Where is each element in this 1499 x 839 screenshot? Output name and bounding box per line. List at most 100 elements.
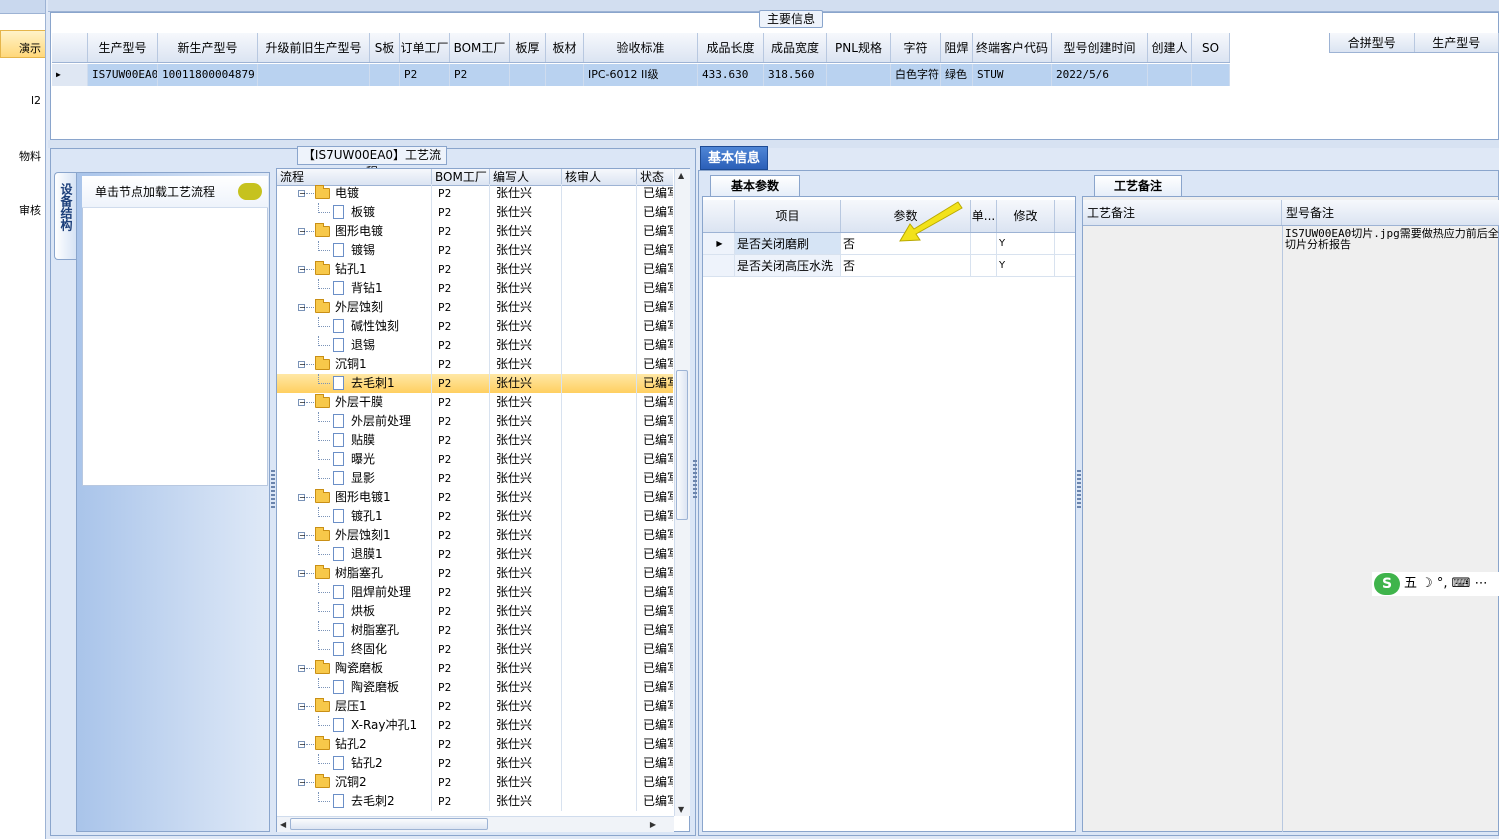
collapse-icon[interactable]: − bbox=[298, 570, 306, 578]
collapse-icon[interactable]: − bbox=[298, 304, 306, 312]
main-cell[interactable]: 318.560 bbox=[764, 64, 827, 86]
main-cell[interactable] bbox=[510, 64, 546, 86]
tree-row[interactable]: 烘板 P2张仕兴 已编写 bbox=[277, 602, 673, 621]
collapse-icon[interactable]: − bbox=[298, 494, 306, 502]
tree-row[interactable]: 镀孔1 P2张仕兴 已编写 bbox=[277, 507, 673, 526]
tree-row[interactable]: 背钻1 P2张仕兴 已编写 bbox=[277, 279, 673, 298]
tree-row[interactable]: 树脂塞孔 P2张仕兴 已编写 bbox=[277, 621, 673, 640]
col-bom-factory[interactable]: BOM工厂 bbox=[432, 169, 490, 185]
main-col-header[interactable]: PNL规格 bbox=[827, 33, 891, 62]
tree-row[interactable]: 陶瓷磨板 P2张仕兴 已编写 bbox=[277, 678, 673, 697]
scroll-right-icon[interactable]: ▶ bbox=[650, 820, 656, 829]
collapse-icon[interactable]: − bbox=[298, 741, 306, 749]
collapse-icon[interactable]: − bbox=[298, 779, 306, 787]
merge-col-header[interactable]: 合拼型号 bbox=[1330, 33, 1415, 52]
tree-row[interactable]: 曝光 P2张仕兴 已编写 bbox=[277, 450, 673, 469]
main-col-header[interactable]: 阻焊 bbox=[941, 33, 973, 62]
tree-row[interactable]: 镀锡 P2张仕兴 已编写 bbox=[277, 241, 673, 260]
equipment-structure-tab[interactable]: 设备结构 bbox=[54, 172, 76, 260]
tree-row[interactable]: 阻焊前处理 P2张仕兴 已编写 bbox=[277, 583, 673, 602]
collapse-icon[interactable]: − bbox=[298, 361, 306, 369]
main-cell[interactable] bbox=[1148, 64, 1192, 86]
tree-row[interactable]: − 外层蚀刻1 P2张仕兴 已编写 bbox=[277, 526, 673, 545]
tree-row[interactable]: 板镀 P2张仕兴 已编写 bbox=[277, 203, 673, 222]
ime-status[interactable]: 五 ☽ °, ⌨ ⋯ bbox=[1404, 574, 1488, 594]
vertical-scroll-thumb[interactable] bbox=[676, 370, 688, 520]
main-col-header[interactable]: 板材 bbox=[546, 33, 584, 62]
main-cell[interactable] bbox=[827, 64, 891, 86]
tree-row[interactable]: 终固化 P2张仕兴 已编写 bbox=[277, 640, 673, 659]
main-cell[interactable]: IPC-6012 II级 bbox=[584, 64, 698, 86]
collapse-icon[interactable]: − bbox=[298, 665, 306, 673]
tree-row[interactable]: 退锡 P2张仕兴 已编写 bbox=[277, 336, 673, 355]
ime-logo-icon[interactable]: S bbox=[1374, 573, 1400, 595]
tree-row[interactable]: − 电镀 P2张仕兴 已编写 bbox=[277, 184, 673, 203]
basic-params-tab[interactable]: 基本参数 bbox=[710, 175, 800, 196]
main-grid-row[interactable]: ▶ IS7UW00EA0 10011800004879 P2 P2 IPC-6012 II… bbox=[52, 64, 1230, 86]
main-cell[interactable]: 2022/5/6 bbox=[1052, 64, 1148, 86]
main-col-header[interactable]: 型号创建时间 bbox=[1052, 33, 1148, 62]
main-col-header[interactable]: 终端客户代码 bbox=[973, 33, 1052, 62]
param-row[interactable]: 是否关闭高压水洗 否 Y bbox=[703, 255, 1075, 277]
scroll-up-icon[interactable]: ▲ bbox=[678, 171, 684, 180]
col-status[interactable]: 状态 bbox=[637, 169, 673, 185]
tree-row[interactable]: − 钻孔2 P2张仕兴 已编写 bbox=[277, 735, 673, 754]
main-cell[interactable]: STUW bbox=[973, 64, 1052, 86]
main-col-header[interactable]: 订单工厂 bbox=[400, 33, 450, 62]
collapse-icon[interactable]: − bbox=[298, 190, 306, 198]
main-col-header[interactable]: 创建人 bbox=[1148, 33, 1192, 62]
main-cell[interactable]: 白色字符 bbox=[891, 64, 941, 86]
tree-row[interactable]: − 沉铜1 P2张仕兴 已编写 bbox=[277, 355, 673, 374]
tree-row[interactable]: − 外层干膜 P2张仕兴 已编写 bbox=[277, 393, 673, 412]
param-row[interactable]: ▶ 是否关闭磨刷 否 Y bbox=[703, 233, 1075, 255]
left-nav-item[interactable]: 物料 bbox=[19, 148, 41, 164]
main-col-header[interactable]: 成品长度 bbox=[698, 33, 764, 62]
merge-col-header[interactable]: 生产型号 bbox=[1415, 33, 1499, 52]
col-author[interactable]: 编写人 bbox=[490, 169, 562, 185]
main-cell[interactable] bbox=[546, 64, 584, 86]
main-cell[interactable]: 433.630 bbox=[698, 64, 764, 86]
main-cell[interactable] bbox=[258, 64, 370, 86]
col-unit[interactable]: 单... bbox=[971, 200, 997, 232]
tree-row[interactable]: 退膜1 P2张仕兴 已编写 bbox=[277, 545, 673, 564]
tree-row[interactable]: − 图形电镀 P2张仕兴 已编写 bbox=[277, 222, 673, 241]
tree-row[interactable]: 外层前处理 P2张仕兴 已编写 bbox=[277, 412, 673, 431]
tree-row[interactable]: 显影 P2张仕兴 已编写 bbox=[277, 469, 673, 488]
main-cell[interactable] bbox=[1192, 64, 1230, 86]
main-col-header[interactable]: 字符 bbox=[891, 33, 941, 62]
tree-row[interactable]: 贴膜 P2张仕兴 已编写 bbox=[277, 431, 673, 450]
collapse-icon[interactable]: − bbox=[298, 703, 306, 711]
basic-info-tab[interactable]: 基本信息 bbox=[700, 146, 768, 170]
main-cell[interactable]: IS7UW00EA0 bbox=[88, 64, 158, 86]
col-modify[interactable]: 修改 bbox=[997, 200, 1055, 232]
main-col-header[interactable]: S板 bbox=[370, 33, 400, 62]
main-cell[interactable]: 绿色 bbox=[941, 64, 973, 86]
param-value[interactable]: 否 bbox=[841, 255, 971, 276]
tree-row[interactable]: X-Ray冲孔1 P2张仕兴 已编写 bbox=[277, 716, 673, 735]
main-cell[interactable] bbox=[370, 64, 400, 86]
collapse-icon[interactable]: − bbox=[298, 228, 306, 236]
tree-row[interactable]: − 外层蚀刻 P2张仕兴 已编写 bbox=[277, 298, 673, 317]
collapse-icon[interactable]: − bbox=[298, 399, 306, 407]
tree-row[interactable]: − 图形电镀1 P2张仕兴 已编写 bbox=[277, 488, 673, 507]
tree-row[interactable]: − 陶瓷磨板 P2张仕兴 已编写 bbox=[277, 659, 673, 678]
scroll-down-icon[interactable]: ▼ bbox=[678, 805, 684, 814]
col-flow[interactable]: 流程 bbox=[277, 169, 432, 185]
horizontal-splitter[interactable] bbox=[48, 140, 1499, 148]
tree-row[interactable]: − 层压1 P2张仕兴 已编写 bbox=[277, 697, 673, 716]
splitter-grip[interactable] bbox=[271, 470, 275, 510]
main-col-header[interactable]: 生产型号 bbox=[88, 33, 158, 62]
tree-row[interactable]: − 钻孔1 P2张仕兴 已编写 bbox=[277, 260, 673, 279]
left-nav-item[interactable]: 演示 bbox=[19, 40, 41, 56]
collapse-icon[interactable]: − bbox=[298, 532, 306, 540]
main-col-header[interactable]: 验收标准 bbox=[584, 33, 698, 62]
col-reviewer[interactable]: 核审人 bbox=[562, 169, 637, 185]
tree-row[interactable]: − 树脂塞孔 P2张仕兴 已编写 bbox=[277, 564, 673, 583]
main-cell[interactable]: 10011800004879 bbox=[158, 64, 258, 86]
scroll-left-icon[interactable]: ◀ bbox=[280, 820, 286, 829]
left-nav-item[interactable]: 审核 bbox=[19, 202, 41, 218]
col-model-remark[interactable]: 型号备注 bbox=[1282, 200, 1499, 225]
tree-row[interactable]: 去毛刺2 P2张仕兴 已编写 bbox=[277, 792, 673, 811]
main-col-header[interactable]: 升级前旧生产型号 bbox=[258, 33, 370, 62]
main-col-header[interactable]: 成品宽度 bbox=[764, 33, 827, 62]
